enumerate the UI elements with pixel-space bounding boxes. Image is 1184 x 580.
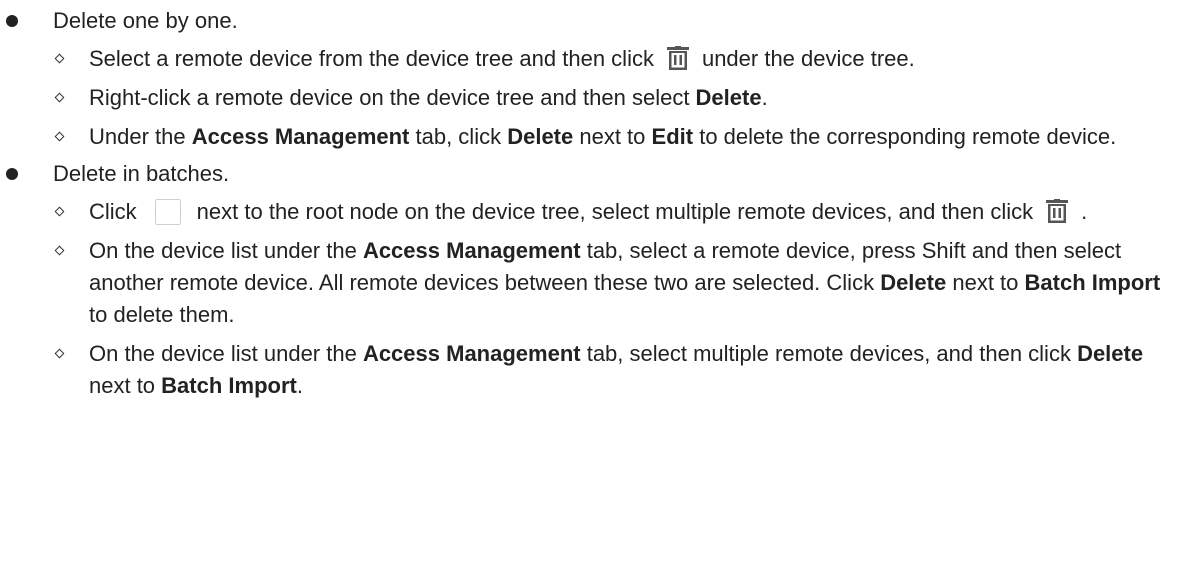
sub-list-item: Under the Access Management tab, click D… — [53, 118, 1184, 157]
document-body: Delete one by one. Select a remote devic… — [0, 0, 1184, 580]
sub-list: Click next to the root node on the device… — [53, 193, 1184, 406]
diamond-bullet-icon — [54, 92, 65, 103]
diamond-bullet-icon — [54, 348, 65, 359]
sub-list: Select a remote device from the device t… — [53, 40, 1184, 157]
sub-list-item: Click next to the root node on the device… — [53, 193, 1184, 232]
diamond-bullet-icon — [54, 206, 65, 217]
diamond-bullet-icon — [54, 53, 65, 64]
trash-icon — [666, 46, 690, 70]
bullet-list: Delete one by one. Select a remote devic… — [0, 5, 1184, 406]
list-item-delete-in-batches: Delete in batches. Click next to the root… — [0, 158, 1184, 406]
sub-list-item: Right-click a remote device on the devic… — [53, 79, 1184, 118]
sub-list-item: Select a remote device from the device t… — [53, 40, 1184, 79]
checkbox-icon — [154, 199, 181, 225]
list-item-delete-one-by-one: Delete one by one. Select a remote devic… — [0, 5, 1184, 157]
bullet-icon — [6, 15, 18, 27]
diamond-bullet-icon — [54, 131, 65, 142]
list-item-label: Delete one by one. — [53, 8, 238, 33]
sub-list-item: On the device list under the Access Mana… — [53, 232, 1184, 335]
bullet-icon — [6, 168, 18, 180]
diamond-bullet-icon — [54, 245, 65, 256]
trash-icon — [1045, 199, 1069, 223]
list-item-label: Delete in batches. — [53, 161, 230, 186]
sub-list-item: On the device list under the Access Mana… — [53, 335, 1184, 406]
